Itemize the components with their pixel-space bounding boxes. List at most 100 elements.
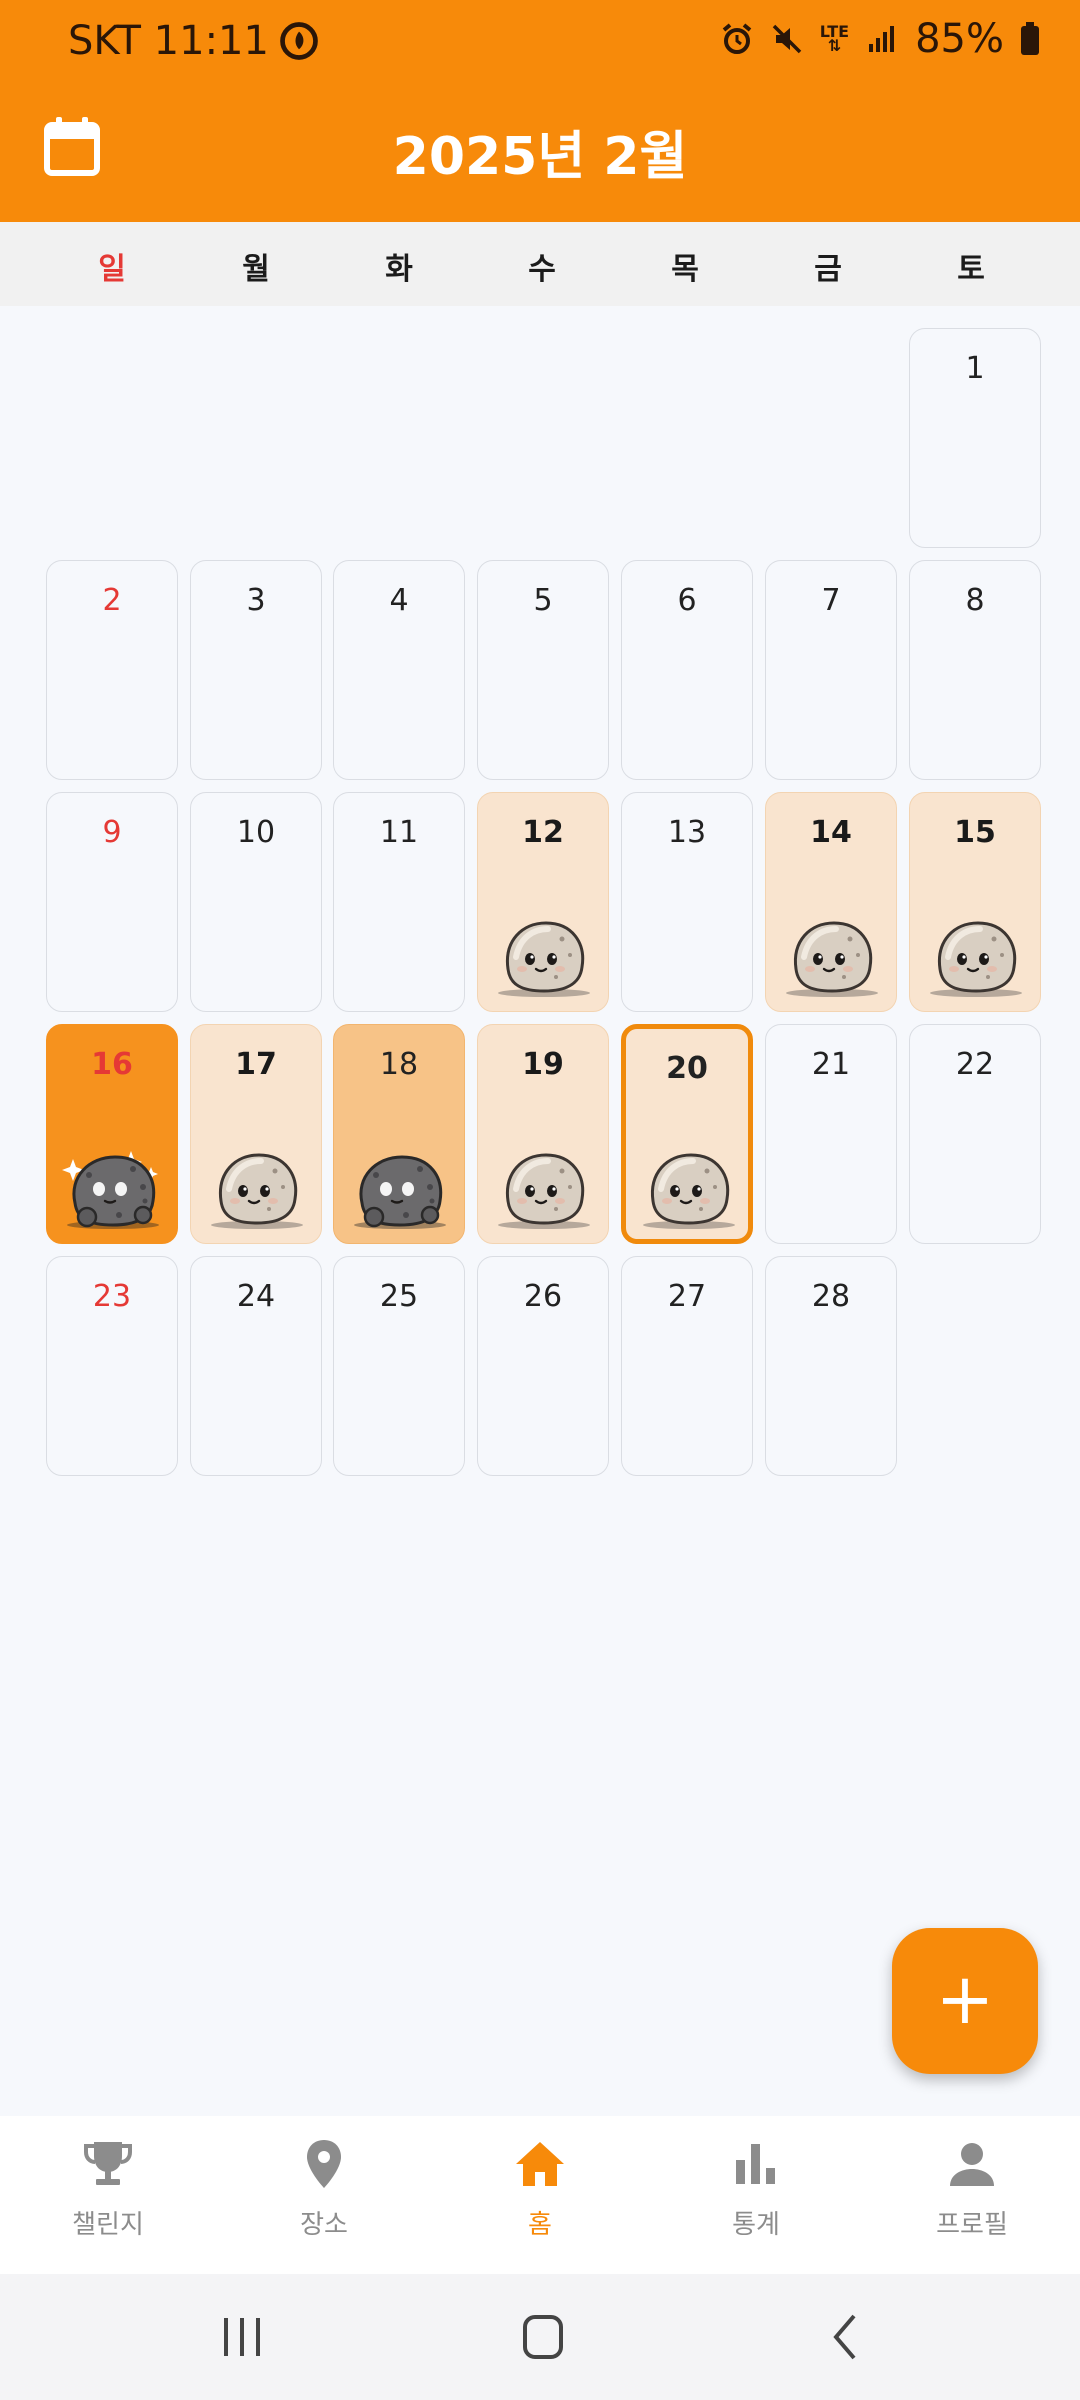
nav-item-challenge[interactable]: 챌린지	[8, 2136, 208, 2241]
day-number: 8	[965, 583, 985, 618]
day-number: 28	[811, 1279, 851, 1314]
recent-apps-icon[interactable]	[212, 2312, 272, 2362]
nav-item-places[interactable]: 장소	[224, 2136, 424, 2241]
weekday-sat: 토	[957, 252, 985, 287]
day-number: 11	[379, 815, 419, 850]
day-cell[interactable]: 19	[477, 1024, 609, 1244]
day-cell[interactable]: 3	[190, 560, 322, 780]
day-cell[interactable]: 18	[333, 1024, 465, 1244]
pebble-character-icon	[922, 897, 1030, 1001]
day-number: 19	[522, 1047, 564, 1082]
day-number: 23	[92, 1279, 132, 1314]
calendar-grid: 1 2 3 4 5 6 7 8 9 10 11 12 13 14 15 16 1…	[0, 306, 1080, 2116]
app-notification-icon	[280, 22, 318, 60]
day-cell[interactable]: 23	[46, 1256, 178, 1476]
battery-icon	[1021, 22, 1039, 55]
bottom-nav: 챌린지 장소 홈 통계 프로필	[0, 2116, 1080, 2274]
day-cell[interactable]: 9	[46, 792, 178, 1012]
add-record-button[interactable]: +	[892, 1928, 1038, 2074]
day-cell[interactable]: 15	[909, 792, 1041, 1012]
weekday-tue: 화	[385, 252, 413, 287]
carrier-time: SKT 11:11	[68, 18, 269, 64]
battery-percent: 85%	[915, 16, 1004, 62]
day-cell[interactable]: 22	[909, 1024, 1041, 1244]
day-cell[interactable]: 26	[477, 1256, 609, 1476]
day-number: 21	[811, 1047, 851, 1082]
weekday-sun: 일	[98, 252, 126, 287]
nav-label: 장소	[300, 2210, 348, 2240]
weekday-wed: 수	[528, 252, 556, 287]
nav-item-home[interactable]: 홈	[440, 2136, 640, 2241]
day-number: 12	[522, 815, 564, 850]
status-bar: SKT 11:11 LTE ⇅ 85%	[0, 0, 1080, 86]
day-cell[interactable]: 17	[190, 1024, 322, 1244]
day-number: 24	[236, 1279, 276, 1314]
day-cell[interactable]: 5	[477, 560, 609, 780]
day-number: 1	[965, 351, 985, 386]
day-cell[interactable]: 13	[621, 792, 753, 1012]
nav-item-profile[interactable]: 프로필	[872, 2136, 1072, 2241]
day-cell[interactable]: 8	[909, 560, 1041, 780]
weekday-header: 일 월 화 수 목 금 토	[0, 222, 1080, 306]
day-number: 3	[246, 583, 266, 618]
day-number: 15	[954, 815, 996, 850]
day-number: 26	[523, 1279, 563, 1314]
back-icon[interactable]	[816, 2312, 876, 2362]
nav-label: 챌린지	[72, 2210, 144, 2240]
mute-icon	[772, 24, 801, 54]
day-number: 10	[236, 815, 276, 850]
day-number: 27	[667, 1279, 707, 1314]
pebble-character-icon	[203, 1129, 311, 1233]
nav-label: 프로필	[936, 2210, 1008, 2240]
lte-label: LTE	[819, 22, 850, 41]
day-cell[interactable]: 11	[333, 792, 465, 1012]
day-number: 14	[810, 815, 852, 850]
day-cell[interactable]: 2	[46, 560, 178, 780]
lte-indicator: LTE ⇅	[819, 22, 850, 55]
signal-icon	[869, 26, 895, 52]
app-header: 2025년 2월	[0, 86, 1080, 222]
weekday-thu: 목	[671, 252, 699, 287]
day-number: 20	[666, 1051, 708, 1086]
trophy-icon	[84, 2142, 132, 2185]
home-icon	[516, 2142, 564, 2186]
day-cell[interactable]: 12	[477, 792, 609, 1012]
day-cell[interactable]: 4	[333, 560, 465, 780]
location-pin-icon	[307, 2140, 341, 2188]
day-cell[interactable]: 10	[190, 792, 322, 1012]
day-cell[interactable]: 16	[46, 1024, 178, 1244]
day-cell[interactable]: 25	[333, 1256, 465, 1476]
top-bar: SKT 11:11 LTE ⇅ 85% 2025년 2월	[0, 0, 1080, 222]
weekday-fri: 금	[814, 252, 842, 287]
pebble-character-icon	[778, 897, 886, 1001]
day-number: 4	[389, 583, 409, 618]
sparkling-rock-character-icon	[62, 1151, 161, 1231]
day-cell[interactable]: 28	[765, 1256, 897, 1476]
day-number: 16	[91, 1047, 133, 1082]
day-cell[interactable]: 27	[621, 1256, 753, 1476]
nav-label: 홈	[528, 2210, 552, 2240]
person-icon	[950, 2143, 994, 2186]
rock-character-icon	[352, 1155, 448, 1231]
day-cell-today[interactable]: 20	[621, 1024, 753, 1244]
pebble-character-icon	[635, 1129, 743, 1233]
day-cell[interactable]: 6	[621, 560, 753, 780]
nav-item-stats[interactable]: 통계	[656, 2136, 856, 2241]
bar-chart-icon	[736, 2144, 775, 2184]
alarm-icon	[722, 23, 751, 54]
system-nav-bar	[0, 2274, 1080, 2400]
weekday-mon: 월	[242, 252, 270, 287]
day-cell[interactable]: 14	[765, 792, 897, 1012]
day-cell[interactable]: 21	[765, 1024, 897, 1244]
day-number: 22	[955, 1047, 995, 1082]
day-number: 7	[821, 583, 841, 618]
day-cell[interactable]: 7	[765, 560, 897, 780]
page-title: 2025년 2월	[392, 127, 688, 187]
nav-label: 통계	[732, 2210, 780, 2240]
day-number: 25	[379, 1279, 419, 1314]
day-number: 18	[379, 1047, 419, 1082]
day-number: 13	[667, 815, 707, 850]
day-cell[interactable]: 1	[909, 328, 1041, 548]
day-cell[interactable]: 24	[190, 1256, 322, 1476]
home-button-icon[interactable]	[513, 2312, 573, 2362]
